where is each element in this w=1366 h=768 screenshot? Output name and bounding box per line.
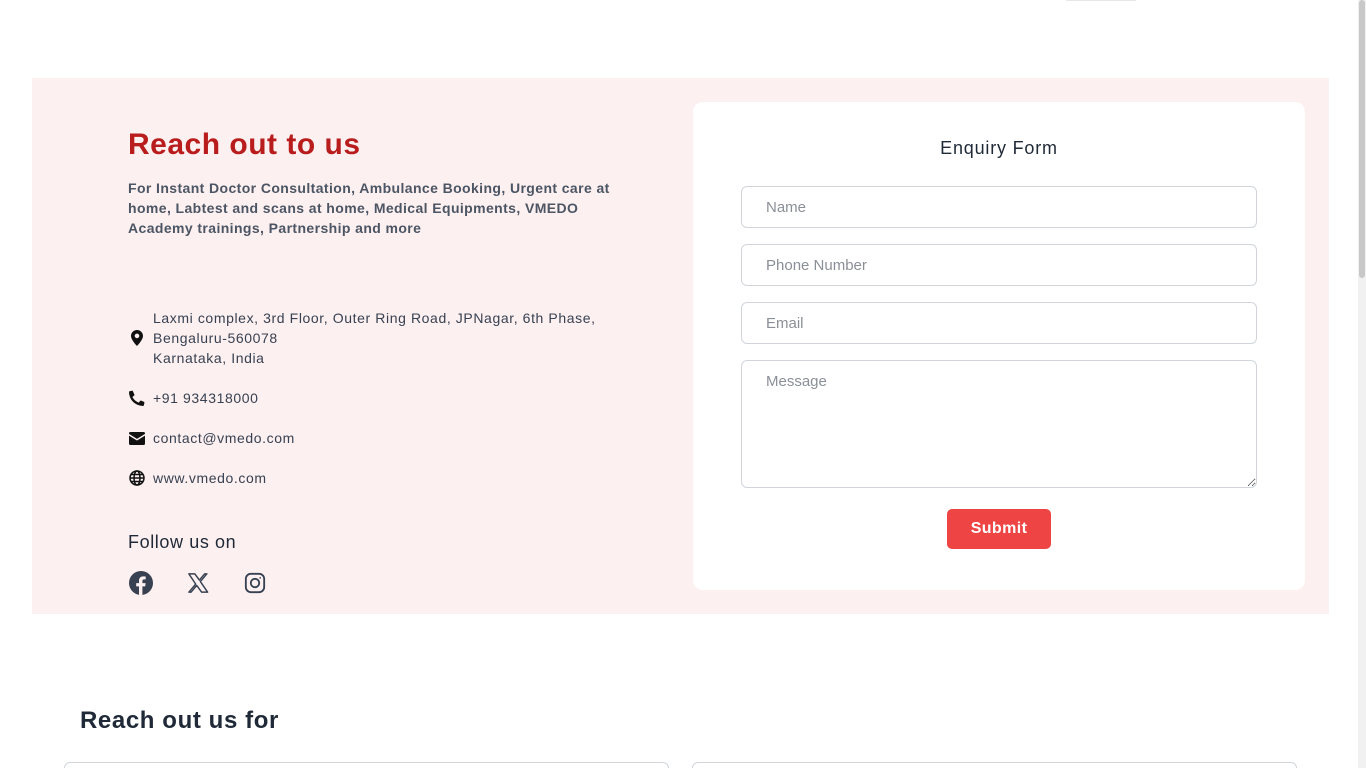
contact-info: Reach out to us For Instant Doctor Consu… — [128, 126, 638, 595]
globe-icon — [128, 470, 145, 487]
top-divider — [1066, 0, 1136, 1]
email-row[interactable]: contact@vmedo.com — [128, 428, 295, 448]
enquiry-form: Enquiry Form Submit — [693, 102, 1305, 590]
submit-button[interactable]: Submit — [947, 509, 1051, 549]
section-title: Reach out us for — [80, 707, 279, 734]
contact-title: Reach out to us — [128, 128, 361, 161]
contact-subtitle: For Instant Doctor Consultation, Ambulan… — [128, 180, 610, 236]
phone-row[interactable]: +91 934318000 — [128, 388, 259, 408]
address-row: Laxmi complex, 3rd Floor, Outer Ring Roa… — [128, 308, 596, 368]
address-line: Karnataka, India — [153, 350, 265, 366]
contact-section: Reach out to us For Instant Doctor Consu… — [32, 78, 1329, 614]
address-line: Bengaluru-560078 — [153, 330, 278, 346]
email-input[interactable] — [741, 302, 1257, 344]
facebook-icon[interactable] — [128, 570, 154, 596]
form-title: Enquiry Form — [940, 138, 1058, 158]
instagram-icon[interactable] — [242, 570, 268, 596]
email-address[interactable]: contact@vmedo.com — [153, 428, 295, 448]
x-icon[interactable] — [185, 570, 211, 596]
address-text: Laxmi complex, 3rd Floor, Outer Ring Roa… — [153, 308, 596, 368]
scrollbar[interactable] — [1358, 0, 1366, 768]
phone-number[interactable]: +91 934318000 — [153, 388, 259, 408]
address-line: Laxmi complex, 3rd Floor, Outer Ring Roa… — [153, 310, 596, 326]
website-row[interactable]: www.vmedo.com — [128, 468, 267, 488]
message-textarea[interactable] — [741, 360, 1257, 488]
scrollbar-thumb[interactable] — [1359, 0, 1365, 278]
website-link[interactable]: www.vmedo.com — [153, 468, 267, 488]
phone-icon — [128, 390, 145, 407]
map-pin-icon — [128, 330, 145, 347]
service-card[interactable] — [692, 762, 1297, 768]
phone-input[interactable] — [741, 244, 1257, 286]
envelope-icon — [128, 430, 145, 447]
name-input[interactable] — [741, 186, 1257, 228]
follow-label: Follow us on — [128, 532, 237, 552]
social-links — [128, 570, 268, 596]
service-card[interactable] — [64, 762, 669, 768]
